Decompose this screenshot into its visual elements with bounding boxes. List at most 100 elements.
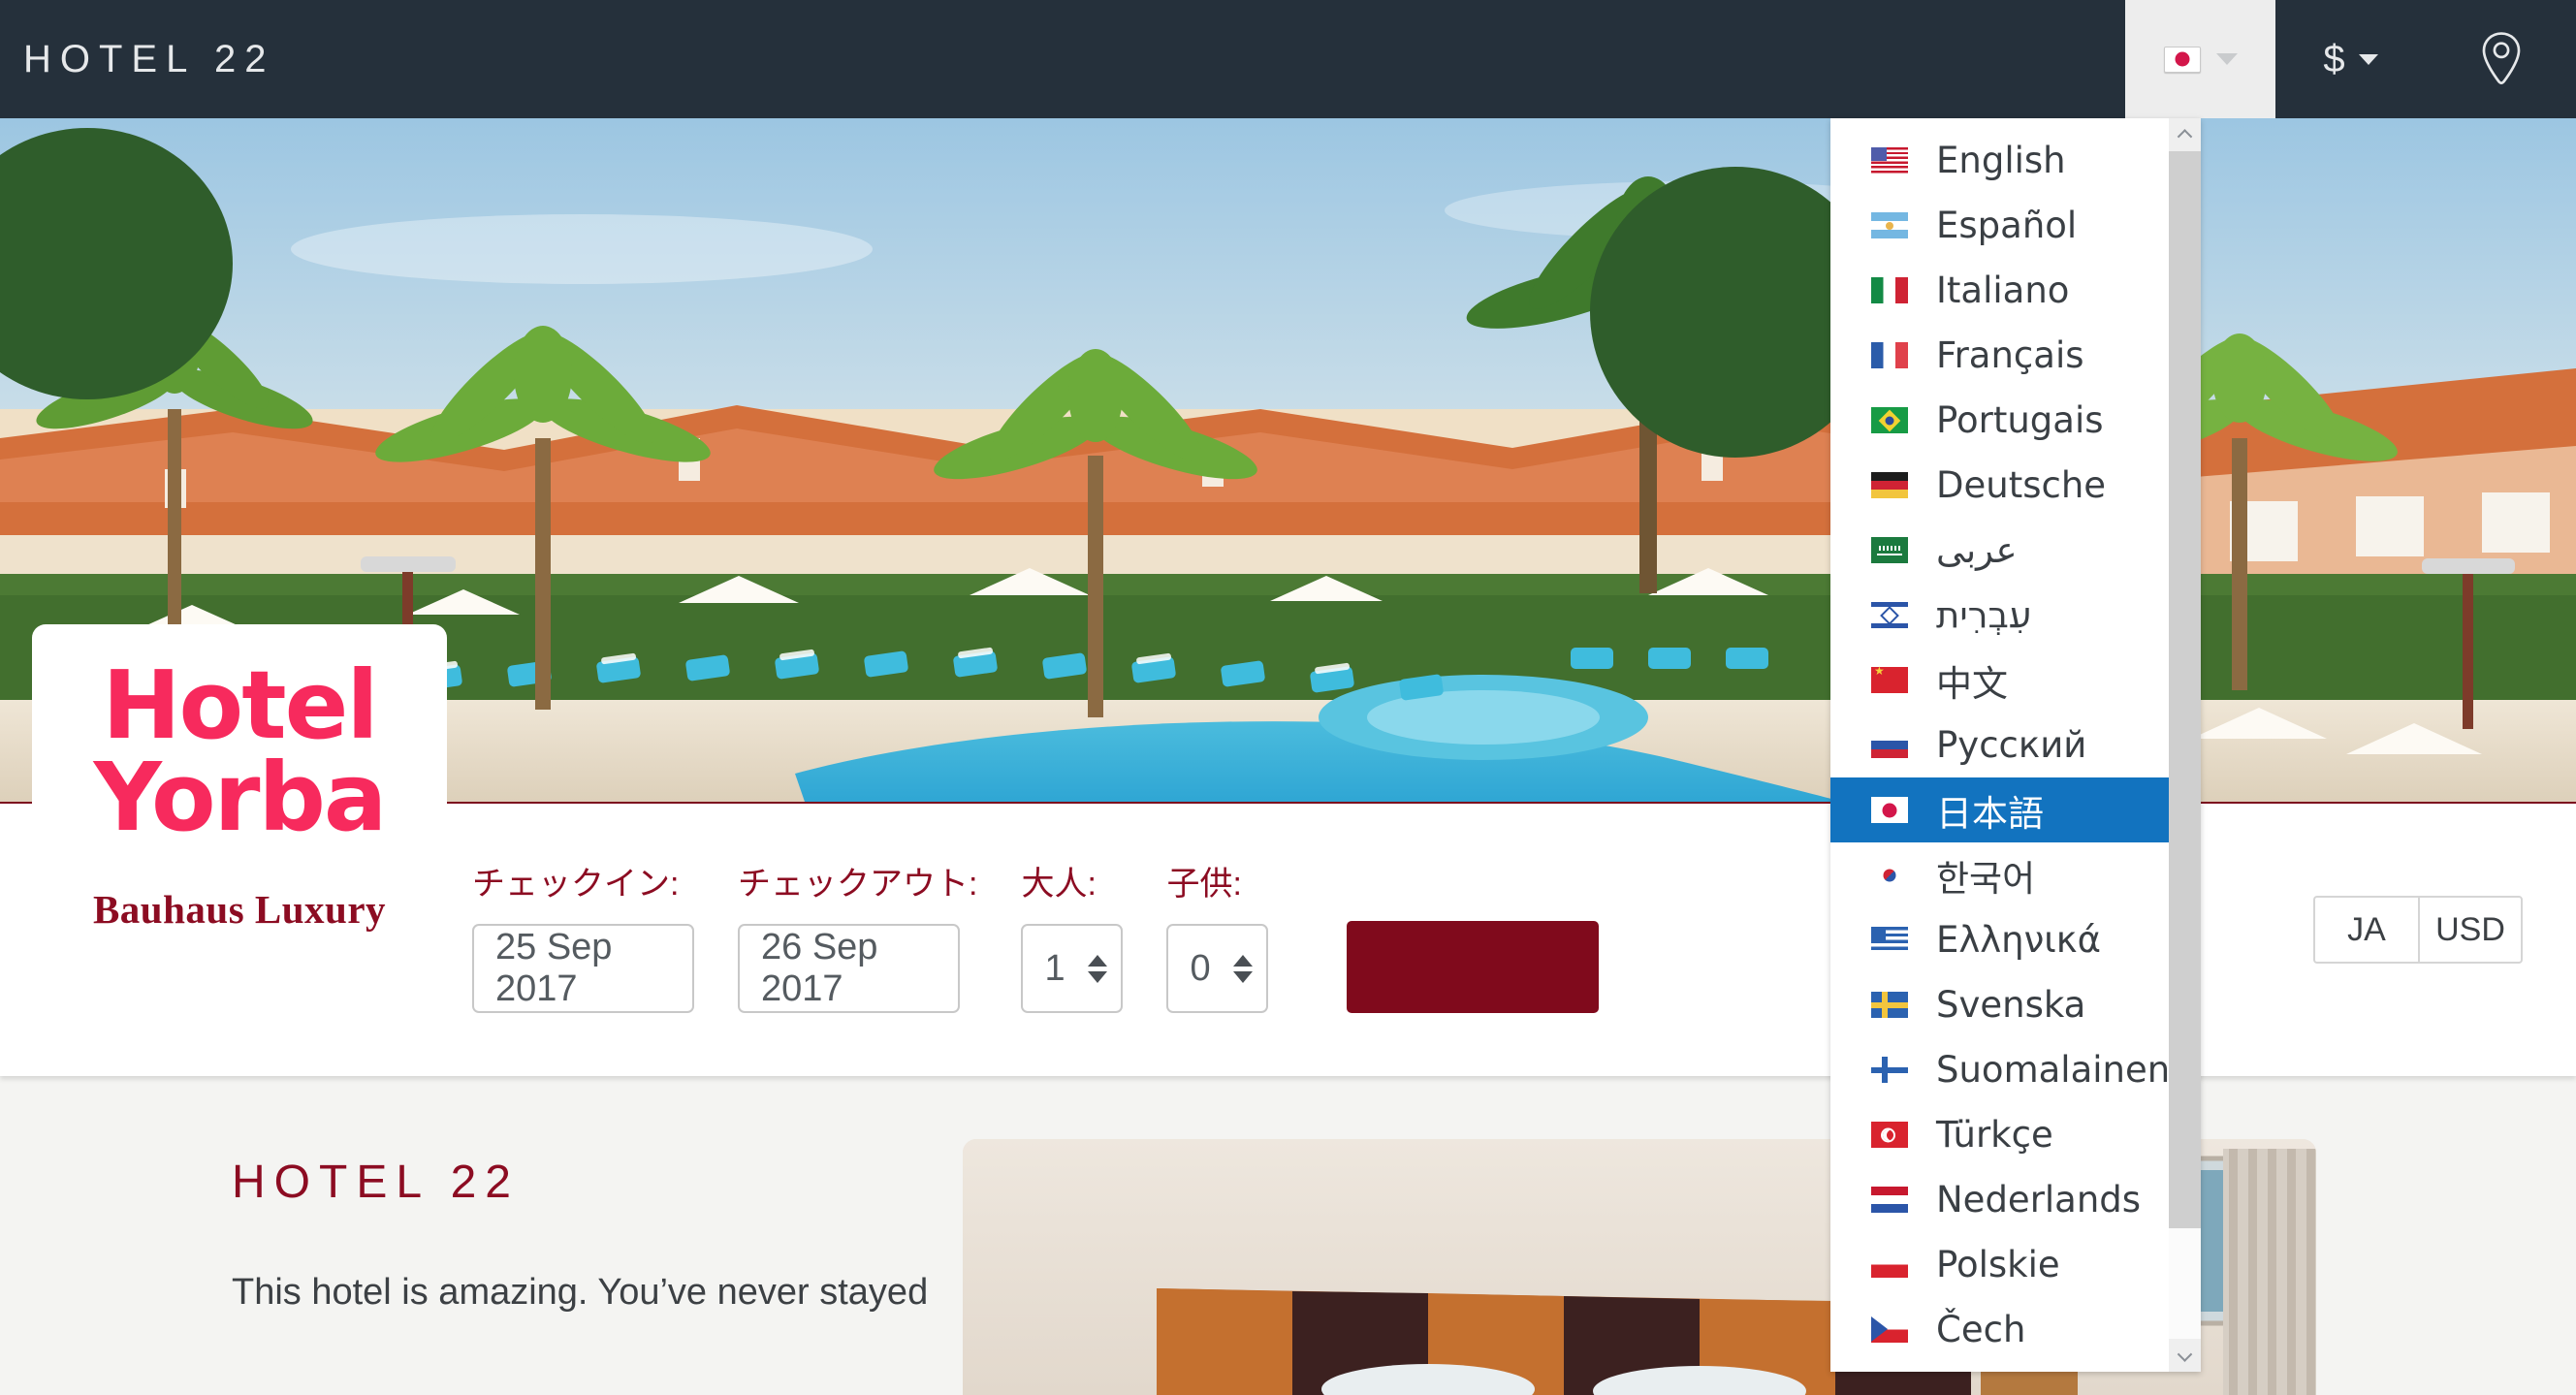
flag-germany-icon [1871, 472, 1908, 498]
language-option[interactable]: 한국어 [1830, 842, 2201, 907]
language-option-label: Suomalainen [1936, 1049, 2171, 1091]
adults-field: 大人: 1 [1021, 857, 1124, 1013]
language-option-label: Türkçe [1936, 1114, 2053, 1156]
flag-israel-icon [1871, 602, 1908, 628]
currency-pill[interactable]: USD [2418, 896, 2523, 964]
language-option[interactable]: Portugais [1830, 388, 2201, 453]
flag-poland-icon [1871, 1252, 1908, 1278]
chevron-up-icon [2177, 128, 2193, 144]
language-option-label: Nederlands [1936, 1179, 2142, 1221]
language-option[interactable]: 中文 [1830, 648, 2201, 713]
location-button[interactable] [2426, 0, 2576, 118]
language-option-label: Portugais [1936, 399, 2104, 441]
children-field: 子供: 0 [1166, 857, 1269, 1013]
spinner-down-icon[interactable] [1088, 970, 1108, 983]
booking-fields: チェックイン: 25 Sep 2017 チェックアウト: 26 Sep 2017… [472, 857, 1600, 1013]
spinner-arrows-icon[interactable] [1088, 954, 1108, 983]
checkin-field: チェックイン: 25 Sep 2017 [472, 857, 694, 1013]
flag-south-korea-icon [1871, 862, 1908, 888]
language-option-label: Français [1936, 334, 2084, 376]
scroll-up-button[interactable] [2169, 118, 2201, 151]
hotel-booking-page: HOTEL 22 $ Hotel Yorba Bauhaus Luxury チェ… [0, 0, 2576, 1395]
spinner-up-icon[interactable] [1233, 954, 1254, 967]
language-option[interactable]: Italiano [1830, 258, 2201, 323]
flag-netherlands-icon [1871, 1187, 1908, 1213]
currency-selector-button[interactable]: $ [2275, 0, 2426, 118]
language-option[interactable]: Español [1830, 193, 2201, 258]
flag-finland-icon [1871, 1057, 1908, 1083]
flag-russia-icon [1871, 732, 1908, 758]
flag-japan-icon [2163, 46, 2201, 73]
language-option[interactable]: 日本語 [1830, 777, 2201, 842]
chevron-down-icon [2358, 53, 2378, 65]
site-brand: HOTEL 22 [23, 37, 275, 80]
flag-turkey-icon [1871, 1122, 1908, 1148]
language-option[interactable]: Svenska [1830, 972, 2201, 1037]
language-option[interactable]: Polskie [1830, 1232, 2201, 1297]
checkin-input[interactable]: 25 Sep 2017 [472, 924, 694, 1013]
language-option-label: English [1936, 140, 2066, 181]
adults-value: 1 [1044, 947, 1065, 989]
flag-japan-icon [1871, 797, 1908, 823]
children-stepper[interactable]: 0 [1166, 924, 1269, 1013]
language-option[interactable]: Français [1830, 323, 2201, 388]
language-option-label: 한국어 [1936, 857, 2036, 900]
language-option-label: Čech [1936, 1309, 2026, 1350]
hotel-logo-card: Hotel Yorba Bauhaus Luxury [32, 624, 447, 1066]
language-option[interactable]: Čech [1830, 1297, 2201, 1362]
language-option[interactable]: Nederlands [1830, 1167, 2201, 1232]
flag-italy-icon [1871, 277, 1908, 303]
checkin-label: チェックイン: [472, 866, 680, 903]
adults-stepper[interactable]: 1 [1021, 924, 1124, 1013]
spinner-arrows-icon[interactable] [1233, 954, 1254, 983]
language-pill[interactable]: JA [2313, 896, 2418, 964]
language-option-label: Русский [1936, 724, 2087, 766]
language-option[interactable]: عربى [1830, 518, 2201, 583]
language-list: English Español Italiano Français Portugais D… [1830, 118, 2201, 1362]
children-label: 子供: [1166, 866, 1242, 903]
flag-france-icon [1871, 342, 1908, 368]
language-option-label: Italiano [1936, 269, 2070, 311]
chevron-down-icon [2215, 53, 2238, 65]
language-option[interactable]: English [1830, 128, 2201, 193]
language-option-label: 日本語 [1936, 792, 2044, 835]
language-option[interactable]: Deutsche [1830, 453, 2201, 518]
locale-pills: JA USD [2313, 896, 2523, 964]
adults-label: 大人: [1021, 866, 1097, 903]
language-option-label: Polskie [1936, 1244, 2060, 1285]
spinner-up-icon[interactable] [1088, 954, 1108, 967]
flag-argentina-icon [1871, 212, 1908, 238]
checkout-input[interactable]: 26 Sep 2017 [738, 924, 960, 1013]
flag-czech-icon [1871, 1316, 1908, 1343]
language-option-label: عربى [1936, 529, 2018, 571]
language-option[interactable]: עִבְרִית [1830, 583, 2201, 648]
language-option[interactable]: Türkçe [1830, 1102, 2201, 1167]
section-body-text: This hotel is amazing. You’ve never stay… [232, 1272, 929, 1313]
language-option-label: Ελληνικά [1936, 919, 2102, 961]
spinner-down-icon[interactable] [1233, 970, 1254, 983]
children-value: 0 [1190, 947, 1211, 989]
scroll-down-button[interactable] [2169, 1339, 2201, 1372]
language-option-label: Deutsche [1936, 464, 2107, 506]
flag-greece-icon [1871, 927, 1908, 953]
site-header: HOTEL 22 $ [0, 0, 2576, 118]
language-option[interactable]: Русский [1830, 713, 2201, 777]
language-option[interactable]: Ελληνικά [1830, 907, 2201, 972]
language-option[interactable]: Suomalainen [1830, 1037, 2201, 1102]
language-option-label: Español [1936, 205, 2078, 246]
flag-sweden-icon [1871, 992, 1908, 1018]
search-button[interactable] [1347, 921, 1600, 1013]
flag-usa-icon [1871, 147, 1908, 174]
flag-brazil-icon [1871, 407, 1908, 433]
language-option-label: 中文 [1936, 662, 2008, 705]
flag-saudi-arabia-icon [1871, 537, 1908, 563]
language-selector-button[interactable] [2125, 0, 2275, 118]
logo-tagline: Bauhaus Luxury [92, 887, 387, 933]
checkout-field: チェックアウト: 26 Sep 2017 [738, 857, 977, 1013]
chevron-down-icon [2177, 1346, 2193, 1362]
scrollbar-thumb[interactable] [2169, 151, 2201, 1228]
dropdown-scrollbar[interactable] [2169, 118, 2201, 1372]
language-option-label: עִבְרִית [1936, 594, 2032, 636]
logo-line-2: Yorba [93, 743, 388, 853]
language-dropdown[interactable]: English Español Italiano Français Portugais D… [1830, 118, 2201, 1372]
